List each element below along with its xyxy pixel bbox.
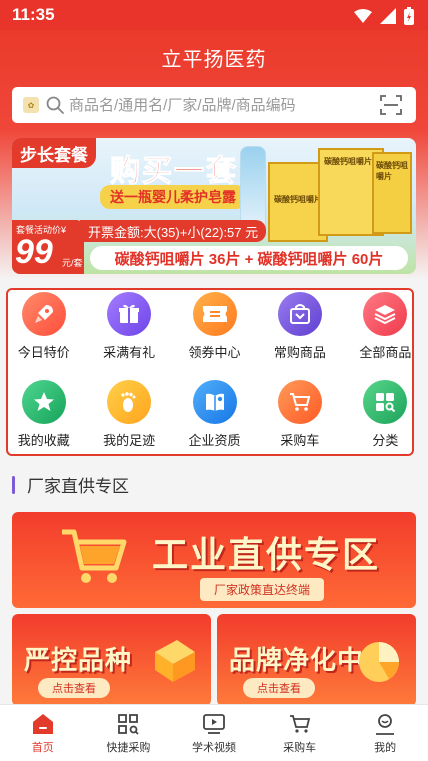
rocket-icon (21, 292, 66, 336)
menu-item-qualifications[interactable]: 企业资质 (172, 380, 257, 449)
wifi-icon (354, 9, 372, 23)
search-bar[interactable]: ✿ (12, 87, 416, 123)
promo-right-button[interactable]: 点击查看 (243, 678, 315, 698)
menu-item-purchase-cart[interactable]: 采购车 (257, 380, 342, 449)
promo-big-title: 工业直供专区 (152, 534, 381, 575)
cart-icon (277, 380, 322, 424)
tab-quick-purchase[interactable]: 快捷采购 (86, 705, 172, 761)
profile-icon (376, 714, 395, 735)
menu-item-favorites[interactable]: 我的收藏 (1, 380, 86, 449)
product-box-image: 碳酸钙咀嚼片 (372, 152, 412, 234)
tab-home[interactable]: 首页 (0, 705, 86, 761)
bag-icon (277, 292, 322, 336)
scan-icon[interactable] (380, 94, 402, 116)
combo-description: 碳酸钙咀嚼片 36片 + 碳酸钙咀嚼片 60片 (90, 246, 408, 270)
tab-profile[interactable]: 我的 (342, 705, 428, 761)
menu-item-category[interactable]: 分类 (343, 380, 428, 449)
search-icon (46, 96, 64, 114)
coupon-icon (192, 292, 237, 336)
menu-item-all-products[interactable]: 全部商品 (343, 292, 428, 361)
menu-item-frequent-products[interactable]: 常购商品 (257, 292, 342, 361)
menu-item-gift[interactable]: 采满有礼 (86, 292, 171, 361)
promo-left-button[interactable]: 点击查看 (38, 678, 110, 698)
invoice-amount: 开票金额:大(35)+小(22):57 元 (80, 220, 267, 242)
price-badge: 套餐活动价¥ 99 元/套 (12, 220, 84, 274)
promo-industry-direct[interactable]: 工业直供专区 厂家政策直达终端 (12, 512, 416, 608)
home-icon (32, 714, 53, 734)
category-icon (363, 380, 408, 424)
signal-icon (380, 8, 396, 24)
promo-strict-control[interactable]: 严控品种 点击查看 (12, 614, 211, 706)
menu-item-today-special[interactable]: 今日特价 (1, 292, 86, 361)
banner-subline: 送一瓶婴儿柔护皂露 (100, 185, 246, 209)
shopping-cart-illustration-icon (62, 529, 127, 583)
promo-banner[interactable]: 步长套餐 购买一套 送一瓶婴儿柔护皂露 碳酸钙咀嚼片 碳酸钙咀嚼片 碳酸钙咀嚼片… (12, 138, 416, 274)
tab-academic-video[interactable]: 学术视频 (171, 705, 257, 761)
pie-illustration-icon (359, 642, 399, 682)
grid-scan-icon (118, 714, 140, 735)
status-time: 11:35 (12, 5, 55, 24)
star-icon (21, 380, 66, 424)
banner-headline: 购买一套 (110, 155, 238, 189)
video-icon (203, 714, 225, 734)
promo-right-title: 品牌净化中 (229, 645, 365, 675)
price-unit: 元/套 (62, 258, 83, 268)
certificate-icon (192, 380, 237, 424)
tab-cart[interactable]: 采购车 (257, 705, 343, 761)
brand-logo-icon: ✿ (23, 97, 39, 113)
banner-tag: 步长套餐 (12, 138, 96, 168)
footprint-icon (107, 380, 152, 424)
menu-item-coupon-center[interactable]: 领券中心 (172, 292, 257, 361)
layers-icon (363, 292, 408, 336)
menu-row-1: 今日特价 采满有礼 领券中心 常购商品 全部商品 (0, 292, 428, 361)
promo-left-title: 严控品种 (24, 645, 133, 675)
section-title: 厂家直供专区 (27, 477, 129, 496)
menu-row-2: 我的收藏 我的足迹 企业资质 采购车 分类 (0, 380, 428, 449)
price-value: 99 (15, 233, 53, 271)
menu-item-footprint[interactable]: 我的足迹 (86, 380, 171, 449)
promo-brand-purification[interactable]: 品牌净化中 点击查看 (217, 614, 416, 706)
search-input[interactable] (69, 96, 369, 114)
bottom-tab-bar: 首页 快捷采购 学术视频 采购车 我的 (0, 704, 428, 761)
gift-icon (107, 292, 152, 336)
status-icons (354, 7, 414, 25)
section-header: 厂家直供专区 (12, 472, 129, 497)
status-bar: 11:35 (0, 0, 428, 30)
cart-icon (289, 715, 310, 733)
section-accent-bar (12, 475, 15, 494)
battery-icon (404, 7, 414, 25)
page-title: 立平扬医药 (161, 49, 267, 71)
medicine-box-illustration-icon (155, 640, 195, 682)
promo-big-subtitle: 厂家政策直达终端 (200, 578, 325, 601)
